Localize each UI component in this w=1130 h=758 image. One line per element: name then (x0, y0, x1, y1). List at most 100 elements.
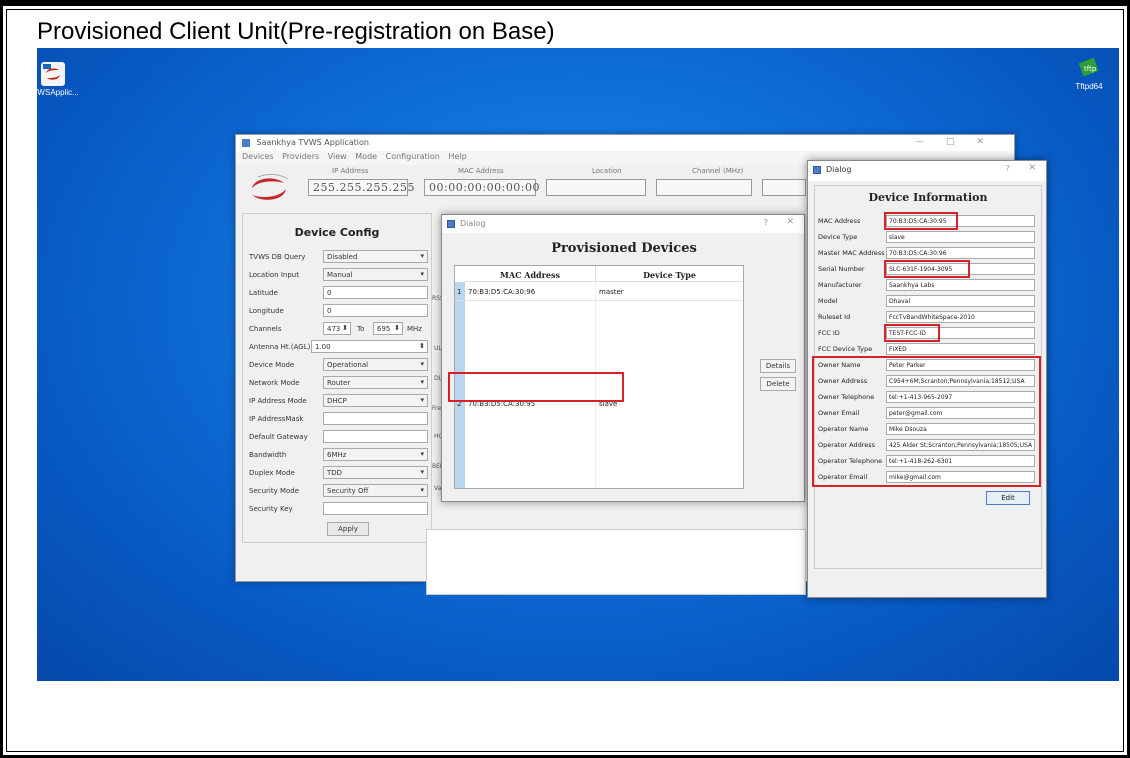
info-row-master-mac: Master MAC Address 70:B3:D5:CA:30:96 (818, 247, 1038, 260)
config-row-antenna-height: Antenna Ht.(AGL) 1.00 ⬍ (249, 340, 429, 354)
channel-start-spinbox[interactable]: 473 ⬍ (323, 322, 351, 335)
longitude-input[interactable]: 0 (323, 304, 428, 317)
app-title: Saankhya TVWS Application (256, 138, 369, 147)
tvws-db-query-select[interactable]: Disabled (323, 250, 428, 263)
config-label: Longitude (249, 307, 284, 315)
channels-to-label: To (357, 325, 365, 333)
row-divider (455, 300, 743, 301)
info-label: Master MAC Address (818, 249, 885, 257)
windows-desktop: TVWSApplic... tftp Tftpd64 Saankhya TVWS… (37, 48, 1119, 681)
config-row-security-mode: Security Mode Security Off (249, 484, 429, 498)
highlight-serial-number (884, 260, 970, 278)
dialog-title: Dialog (460, 219, 486, 228)
config-label: Channels (249, 325, 282, 333)
config-row-latitude: Latitude 0 (249, 286, 429, 300)
info-label: FCC ID (818, 329, 840, 337)
window-icon (447, 220, 455, 228)
security-key-input[interactable] (323, 502, 428, 515)
window-icon (813, 166, 821, 174)
menu-mode[interactable]: Mode (355, 152, 377, 161)
desktop-icon-tftpd[interactable]: tftp Tftpd64 (1059, 56, 1119, 91)
row-mac: 70:B3:D5:CA:30:96 (468, 288, 536, 296)
default-gateway-input[interactable] (323, 430, 428, 443)
device-mode-select[interactable]: Operational (323, 358, 428, 371)
details-button[interactable]: Details (760, 359, 796, 373)
menu-providers[interactable]: Providers (282, 152, 319, 161)
desktop-icon-label: TVWSApplic... (37, 88, 79, 97)
dialog-titlebar: Dialog ? ✕ (808, 161, 1046, 181)
master-mac-field[interactable]: 70:B3:D5:CA:30:96 (886, 247, 1035, 259)
info-label: Serial Number (818, 265, 865, 273)
channel-end-spinbox[interactable]: 695 ⬍ (373, 322, 403, 335)
security-mode-select[interactable]: Security Off (323, 484, 428, 497)
column-header-device-type[interactable]: Device Type (595, 266, 743, 282)
config-label: IP AddressMask (249, 415, 304, 423)
column-header-mac[interactable]: MAC Address (465, 266, 595, 282)
svg-text:tftp: tftp (1084, 65, 1097, 73)
help-icon[interactable]: ? (1006, 164, 1010, 173)
tvws-app-icon (41, 62, 65, 86)
window-icon (242, 138, 250, 147)
tftpd-app-icon: tftp (1077, 56, 1101, 80)
device-type-field[interactable]: slave (886, 231, 1035, 243)
close-icon[interactable]: ✕ (1028, 163, 1036, 173)
dialog-titlebar: Dialog ? ✕ (442, 215, 804, 233)
saankhya-logo (244, 171, 294, 207)
table-row[interactable]: 1 70:B3:D5:CA:30:96 master (455, 284, 745, 300)
config-label: Device Mode (249, 361, 295, 369)
provisioned-devices-dialog: Dialog ? ✕ Provisioned Devices MAC Addre… (441, 214, 805, 502)
config-row-network-mode: Network Mode Router (249, 376, 429, 390)
channel-value (656, 179, 752, 196)
network-mode-select[interactable]: Router (323, 376, 428, 389)
config-row-security-key: Security Key (249, 502, 429, 516)
highlight-owner-operator-info (812, 356, 1041, 487)
menu-devices[interactable]: Devices (242, 152, 274, 161)
apply-button[interactable]: Apply (327, 522, 369, 536)
log-output-area[interactable] (426, 529, 806, 595)
config-row-ip-address-mask: IP AddressMask (249, 412, 429, 426)
antenna-height-value: 1.00 (315, 343, 331, 351)
config-label: TVWS DB Query (249, 253, 306, 261)
row-device-type: master (599, 288, 624, 296)
menu-help[interactable]: Help (448, 152, 466, 161)
app-titlebar: Saankhya TVWS Application —□✕ (236, 135, 1014, 151)
ip-address-mask-input[interactable] (323, 412, 428, 425)
ip-address-label: IP Address (332, 167, 369, 175)
fcc-device-type-field[interactable]: FIXED (886, 343, 1035, 355)
config-label: IP Address Mode (249, 397, 307, 405)
model-field[interactable]: Dhaval (886, 295, 1035, 307)
config-row-duplex-mode: Duplex Mode TDD (249, 466, 429, 480)
config-label: Network Mode (249, 379, 300, 387)
edit-button[interactable]: Edit (986, 491, 1030, 505)
help-icon[interactable]: ? (764, 218, 768, 227)
menu-view[interactable]: View (328, 152, 347, 161)
bandwidth-select[interactable]: 6MHz (323, 448, 428, 461)
window-controls[interactable]: —□✕ (915, 137, 1006, 147)
extra-status-value (762, 179, 806, 196)
desktop-icon-label: Tftpd64 (1075, 82, 1103, 91)
config-row-location-input: Location Input Manual (249, 268, 429, 282)
info-row-fcc-device-type: FCC Device Type FIXED (818, 343, 1038, 356)
mac-address-value: 00:00:00:00:00:00 (424, 179, 540, 196)
antenna-height-spinbox[interactable]: 1.00 ⬍ (311, 340, 428, 353)
provisioned-devices-title: Provisioned Devices (551, 241, 697, 256)
location-input-select[interactable]: Manual (323, 268, 428, 281)
manufacturer-field[interactable]: Saankhya Labs (886, 279, 1035, 291)
channel-end-value: 695 (377, 325, 391, 333)
duplex-mode-select[interactable]: TDD (323, 466, 428, 479)
ip-address-mode-select[interactable]: DHCP (323, 394, 428, 407)
highlight-fcc-id (884, 324, 940, 342)
desktop-icon-tvws[interactable]: TVWSApplic... (37, 62, 83, 97)
dialog-title: Dialog (826, 165, 852, 174)
channels-unit-label: MHz (407, 325, 422, 333)
close-icon[interactable]: ✕ (786, 217, 794, 227)
delete-button[interactable]: Delete (760, 377, 796, 391)
latitude-input[interactable]: 0 (323, 286, 428, 299)
config-row-channels: Channels 473 ⬍ To 695 ⬍ MHz (249, 322, 429, 336)
location-label: Location (592, 167, 622, 175)
config-label: Default Gateway (249, 433, 308, 441)
info-label: MAC Address (818, 217, 861, 225)
row-number: 1 (457, 288, 462, 296)
ruleset-id-field[interactable]: FccTvBandWhiteSpace-2010 (886, 311, 1035, 323)
menu-configuration[interactable]: Configuration (386, 152, 440, 161)
